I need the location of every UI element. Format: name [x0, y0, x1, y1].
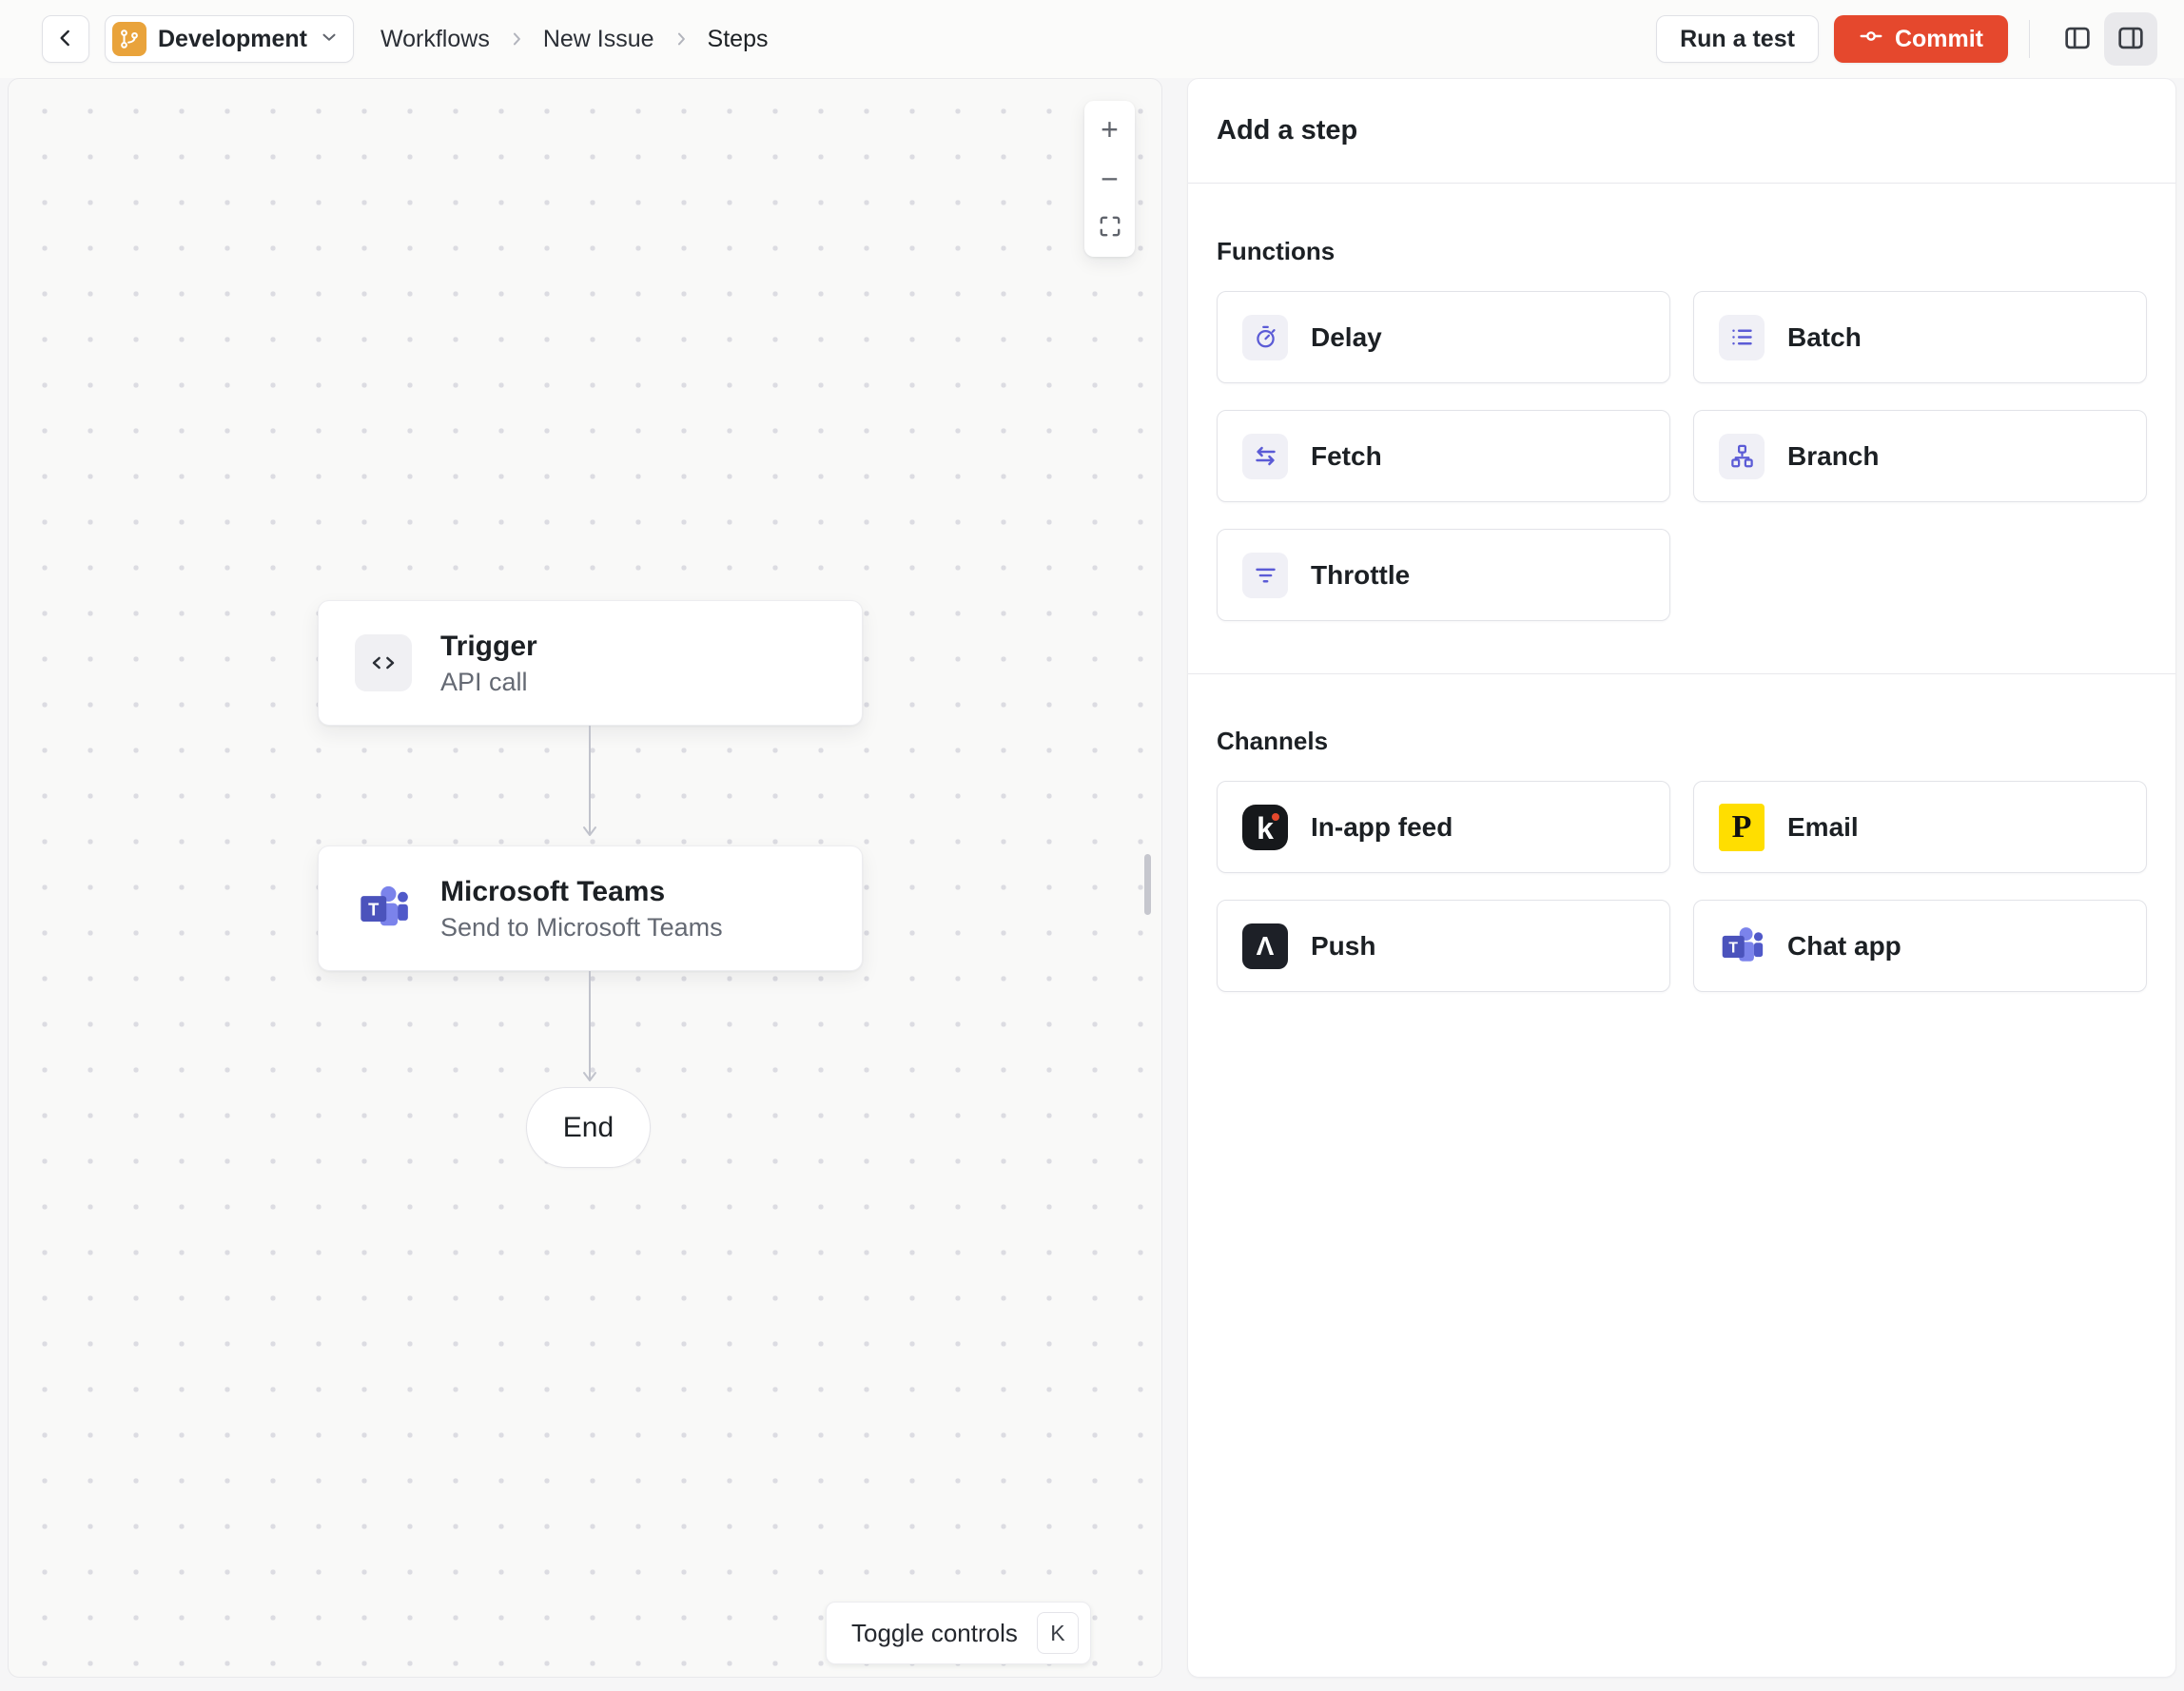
- trigger-step-node[interactable]: Trigger API call: [318, 600, 863, 726]
- node-subtitle: Send to Microsoft Teams: [440, 913, 723, 943]
- swap-arrows-icon: [1242, 433, 1288, 479]
- panel-right-icon: [2115, 22, 2147, 57]
- back-button[interactable]: [42, 15, 89, 63]
- flow-edge: [583, 971, 596, 1081]
- panel-header: Add a step: [1188, 79, 2175, 184]
- main-area: + − Trigger API call T Microsoft Teams S…: [0, 78, 2184, 1691]
- keyboard-shortcut-badge: K: [1036, 1612, 1079, 1654]
- section-divider: [1188, 673, 2175, 674]
- breadcrumb-separator-icon: [507, 29, 526, 49]
- panel-left-icon: [2061, 22, 2094, 57]
- breadcrumb-workflows[interactable]: Workflows: [380, 26, 490, 53]
- step-label: Fetch: [1311, 440, 1382, 471]
- workflow-editor: Development Workflows New Issue Steps Ru…: [0, 0, 2184, 1691]
- branch-tree-icon: [1719, 433, 1765, 479]
- breadcrumb-steps: Steps: [707, 25, 769, 52]
- workflow-canvas[interactable]: + − Trigger API call T Microsoft Teams S…: [8, 78, 1162, 1678]
- channels-grid: k In-app feed P Email Λ Push T Chat app: [1217, 781, 2147, 992]
- environment-switcher[interactable]: Development: [105, 15, 354, 63]
- panel-body: Functions Delay Batch Fetch Branch Throt…: [1188, 184, 2175, 992]
- microsoft-teams-icon: T: [355, 880, 412, 937]
- environment-label: Development: [158, 25, 307, 52]
- topbar-divider: [2029, 20, 2030, 58]
- microsoft-teams-step-node[interactable]: T Microsoft Teams Send to Microsoft Team…: [318, 846, 863, 971]
- zoom-in-button[interactable]: +: [1084, 105, 1135, 154]
- svg-text:T: T: [368, 900, 379, 920]
- run-a-test-button[interactable]: Run a test: [1656, 15, 1819, 63]
- functions-section-heading: Functions: [1217, 237, 1336, 265]
- push-channel-card[interactable]: Λ Push: [1217, 900, 1670, 992]
- zoom-out-button[interactable]: −: [1084, 154, 1135, 204]
- batch-list-icon: [1719, 314, 1765, 360]
- git-branch-icon: [112, 22, 146, 56]
- end-node: End: [526, 1087, 651, 1168]
- delay-step-card[interactable]: Delay: [1217, 291, 1670, 383]
- node-subtitle: API call: [440, 668, 528, 697]
- in-app-feed-channel-card[interactable]: k In-app feed: [1217, 781, 1670, 873]
- step-label: Batch: [1787, 321, 1862, 352]
- flow-edge: [583, 726, 596, 836]
- fetch-step-card[interactable]: Fetch: [1217, 410, 1670, 502]
- toggle-right-panel-button[interactable]: [2104, 12, 2157, 66]
- chat-app-channel-card[interactable]: T Chat app: [1693, 900, 2147, 992]
- microsoft-teams-icon: T: [1719, 923, 1765, 969]
- step-label: Chat app: [1787, 930, 1901, 961]
- branch-step-card[interactable]: Branch: [1693, 410, 2147, 502]
- panel-resize-handle[interactable]: [1144, 854, 1151, 915]
- step-label: In-app feed: [1311, 811, 1453, 842]
- timer-icon: [1242, 314, 1288, 360]
- step-label: Branch: [1787, 440, 1880, 471]
- toggle-controls-label: Toggle controls: [851, 1618, 1018, 1647]
- commit-button[interactable]: Commit: [1833, 15, 2008, 63]
- expo-icon: Λ: [1242, 923, 1288, 969]
- functions-grid: Delay Batch Fetch Branch Throttle: [1217, 291, 2147, 621]
- knock-icon: k: [1242, 804, 1288, 850]
- chevron-left-icon: [53, 26, 78, 53]
- node-title: Microsoft Teams: [440, 875, 666, 907]
- code-icon: [355, 634, 412, 691]
- step-label: Throttle: [1311, 559, 1411, 590]
- chevron-down-icon: [319, 27, 340, 52]
- breadcrumb: Workflows New Issue Steps: [380, 26, 769, 53]
- step-label: Email: [1787, 811, 1859, 842]
- breadcrumb-separator-icon: [672, 29, 691, 49]
- fullscreen-icon: [1098, 211, 1122, 246]
- teams-letter: T: [1728, 940, 1738, 956]
- step-label: Delay: [1311, 321, 1382, 352]
- panel-title: Add a step: [1217, 115, 1358, 146]
- breadcrumb-new-issue[interactable]: New Issue: [543, 26, 654, 53]
- node-title: Trigger: [440, 630, 537, 662]
- channels-section-heading: Channels: [1217, 727, 1329, 755]
- add-step-panel: Add a step Functions Delay Batch Fetch B…: [1187, 78, 2176, 1678]
- email-channel-card[interactable]: P Email: [1693, 781, 2147, 873]
- commit-icon: [1859, 24, 1883, 55]
- top-bar: Development Workflows New Issue Steps Ru…: [0, 0, 2184, 78]
- fit-view-button[interactable]: [1084, 204, 1135, 253]
- toggle-controls-button[interactable]: Toggle controls K: [826, 1602, 1091, 1664]
- expo-letter: Λ: [1256, 930, 1275, 961]
- throttle-step-card[interactable]: Throttle: [1217, 529, 1670, 621]
- commit-label: Commit: [1894, 25, 1983, 52]
- step-label: Push: [1311, 930, 1376, 961]
- postmark-letter: P: [1731, 808, 1752, 845]
- toggle-left-panel-button[interactable]: [2051, 12, 2104, 66]
- knock-dot: [1272, 812, 1279, 821]
- postmark-icon: P: [1719, 803, 1765, 851]
- batch-step-card[interactable]: Batch: [1693, 291, 2147, 383]
- throttle-filter-icon: [1242, 552, 1288, 598]
- canvas-zoom-controls: + −: [1084, 101, 1135, 257]
